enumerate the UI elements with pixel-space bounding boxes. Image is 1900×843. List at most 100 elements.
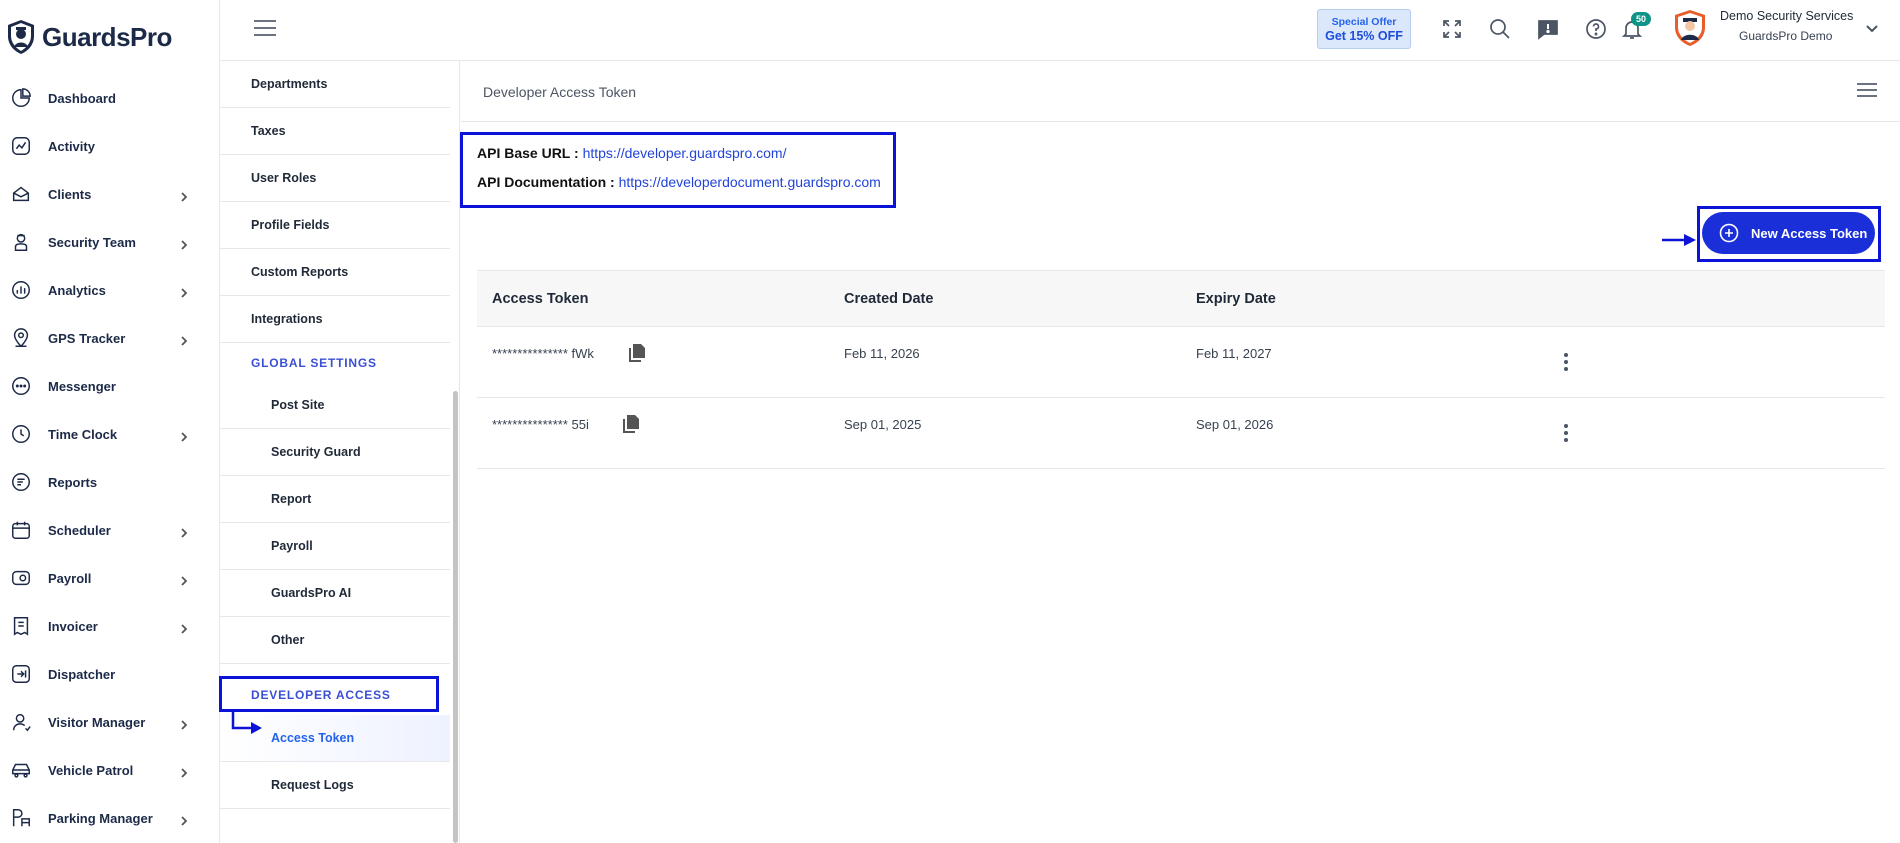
sidebar-item-label: Vehicle Patrol xyxy=(48,762,134,778)
sidebar-item-label: Reports xyxy=(48,474,98,490)
gps-pin-icon xyxy=(10,327,32,349)
sidebar-item-messenger[interactable]: Messenger xyxy=(0,362,219,410)
copy-icon[interactable] xyxy=(623,415,639,433)
sidebar-item-label: Messenger xyxy=(48,378,116,394)
chevron-right-icon xyxy=(179,429,189,442)
clients-icon xyxy=(10,183,32,205)
page-header: Developer Access Token xyxy=(461,61,1900,122)
visitor-icon xyxy=(10,711,32,733)
column-header-expiry-date: Expiry Date xyxy=(1196,291,1276,307)
submenu-item-integrations[interactable]: Integrations xyxy=(220,296,450,343)
new-token-highlight xyxy=(1697,206,1881,262)
feedback-icon[interactable] xyxy=(1536,17,1560,41)
sidebar-item-invoicer[interactable]: Invoicer xyxy=(0,602,219,650)
sidebar-item-scheduler[interactable]: Scheduler xyxy=(0,506,219,554)
top-header: Special Offer Get 15% OFF 50 Demo Securi… xyxy=(220,0,1900,61)
chevron-right-icon xyxy=(179,525,189,538)
submenu-item-other[interactable]: Other xyxy=(220,617,450,664)
chevron-right-icon xyxy=(179,813,189,826)
activity-icon xyxy=(10,135,32,157)
submenu-item-post-site[interactable]: Post Site xyxy=(220,382,450,429)
user-name: Demo Security Services xyxy=(1720,9,1854,23)
copy-icon[interactable] xyxy=(629,344,645,362)
menu-toggle-icon[interactable] xyxy=(254,20,276,38)
sidebar-item-reports[interactable]: Reports xyxy=(0,458,219,506)
api-info-highlight xyxy=(460,132,896,208)
row-actions-icon[interactable] xyxy=(1564,424,1570,442)
created-date: Feb 11, 2026 xyxy=(844,346,920,361)
fullscreen-icon[interactable] xyxy=(1440,17,1464,41)
submenu-item-taxes[interactable]: Taxes xyxy=(220,108,450,155)
sidebar-item-parking-manager[interactable]: Parking Manager xyxy=(0,794,219,842)
submenu-item-report[interactable]: Report xyxy=(220,476,450,523)
sidebar-item-label: Clients xyxy=(48,186,92,202)
offer-title: Special Offer xyxy=(1331,16,1397,28)
user-avatar[interactable] xyxy=(1673,9,1707,47)
sidebar-item-label: GPS Tracker xyxy=(48,330,126,346)
brand-logo[interactable]: GuardsPro xyxy=(0,0,219,74)
chevron-right-icon xyxy=(179,765,189,778)
sidebar-item-time-clock[interactable]: Time Clock xyxy=(0,410,219,458)
analytics-icon xyxy=(10,279,32,301)
sidebar-item-dispatcher[interactable]: Dispatcher xyxy=(0,650,219,698)
submenu-item-security-guard[interactable]: Security Guard xyxy=(220,429,450,476)
sidebar-item-security-team[interactable]: Security Team xyxy=(0,218,219,266)
chevron-right-icon xyxy=(179,237,189,250)
dashboard-icon xyxy=(10,87,32,109)
car-icon xyxy=(10,759,32,781)
submenu-item-custom-reports[interactable]: Custom Reports xyxy=(220,249,450,296)
submenu-scrollbar[interactable] xyxy=(453,391,458,843)
sidebar-item-label: Parking Manager xyxy=(48,810,153,826)
help-icon[interactable] xyxy=(1584,17,1608,41)
table-row: *************** 55i Sep 01, 2025 Sep 01,… xyxy=(477,398,1885,469)
sidebar-item-label: Activity xyxy=(48,138,95,154)
page-menu-icon[interactable] xyxy=(1857,83,1877,99)
main-sidebar: GuardsPro Dashboard Activity Clients Sec… xyxy=(0,0,220,843)
sidebar-item-vehicle-patrol[interactable]: Vehicle Patrol xyxy=(0,746,219,794)
submenu-item-guardspro-ai[interactable]: GuardsPro AI xyxy=(220,570,450,617)
expiry-date: Feb 11, 2027 xyxy=(1196,346,1272,361)
global-settings-heading: GLOBAL SETTINGS xyxy=(251,356,377,370)
submenu-item-profile-fields[interactable]: Profile Fields xyxy=(220,202,450,249)
sidebar-item-label: Visitor Manager xyxy=(48,714,146,730)
submenu-item-payroll[interactable]: Payroll xyxy=(220,523,450,570)
sidebar-item-dashboard[interactable]: Dashboard xyxy=(0,74,219,122)
chevron-right-icon xyxy=(179,717,189,730)
column-header-created-date: Created Date xyxy=(844,291,934,307)
chevron-down-icon[interactable] xyxy=(1865,22,1879,36)
reports-icon xyxy=(10,471,32,493)
clock-icon xyxy=(10,423,32,445)
chevron-right-icon xyxy=(179,189,189,202)
dispatcher-icon xyxy=(10,663,32,685)
sidebar-item-visitor-manager[interactable]: Visitor Manager xyxy=(0,698,219,746)
sidebar-item-label: Security Team xyxy=(48,234,136,250)
submenu-item-user-roles[interactable]: User Roles xyxy=(220,155,450,202)
pointer-arrow-icon xyxy=(231,710,262,734)
chevron-right-icon xyxy=(179,573,189,586)
table-header: Access Token Created Date Expiry Date xyxy=(477,270,1885,327)
developer-access-highlight xyxy=(219,676,439,712)
sidebar-item-label: Scheduler xyxy=(48,522,111,538)
column-header-access-token: Access Token xyxy=(492,291,589,307)
sidebar-item-gps-tracker[interactable]: GPS Tracker xyxy=(0,314,219,362)
sidebar-item-activity[interactable]: Activity xyxy=(0,122,219,170)
access-token-table: Access Token Created Date Expiry Date **… xyxy=(477,270,1885,469)
sidebar-item-analytics[interactable]: Analytics xyxy=(0,266,219,314)
sidebar-item-label: Dispatcher xyxy=(48,666,116,682)
messenger-icon xyxy=(10,375,32,397)
row-actions-icon[interactable] xyxy=(1564,353,1570,371)
search-icon[interactable] xyxy=(1488,17,1512,41)
sidebar-item-clients[interactable]: Clients xyxy=(0,170,219,218)
parking-icon xyxy=(10,807,32,829)
token-value: *************** 55i xyxy=(492,417,589,432)
sidebar-nav: Dashboard Activity Clients Security Team… xyxy=(0,74,219,842)
submenu-item-departments[interactable]: Departments xyxy=(220,61,450,108)
sidebar-item-label: Analytics xyxy=(48,282,106,298)
page-title: Developer Access Token xyxy=(483,84,637,100)
notification-count-badge: 50 xyxy=(1631,12,1652,26)
sidebar-item-payroll[interactable]: Payroll xyxy=(0,554,219,602)
special-offer-button[interactable]: Special Offer Get 15% OFF xyxy=(1317,9,1411,49)
submenu-item-request-logs[interactable]: Request Logs xyxy=(220,762,450,809)
invoice-icon xyxy=(10,615,32,637)
chevron-right-icon xyxy=(179,621,189,634)
